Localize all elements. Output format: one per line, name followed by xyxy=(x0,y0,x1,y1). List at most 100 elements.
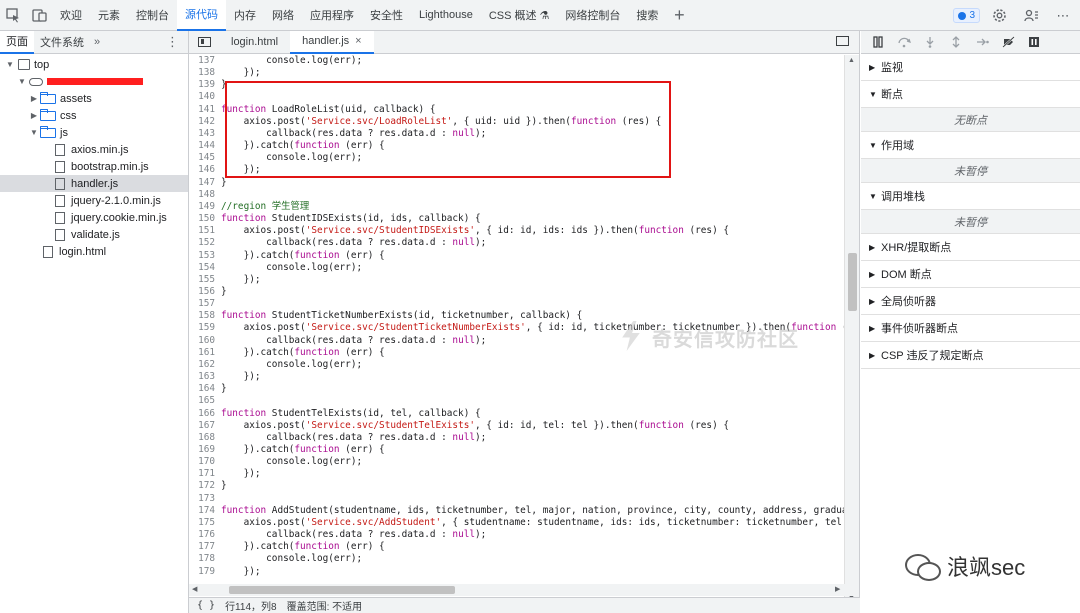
horizontal-scroll-thumb[interactable] xyxy=(229,586,455,594)
tab-panel-1[interactable]: 元素 xyxy=(90,0,128,31)
line-number[interactable]: 144 xyxy=(189,140,221,152)
line-number[interactable]: 155 xyxy=(189,274,221,286)
line-number[interactable]: 157 xyxy=(189,298,221,310)
expand-arrow-icon[interactable]: ▶ xyxy=(28,94,40,103)
line-number[interactable]: 146 xyxy=(189,164,221,176)
tab-panel-4[interactable]: 内存 xyxy=(226,0,264,31)
expand-arrow-icon[interactable]: ▼ xyxy=(16,77,28,86)
pause-icon[interactable] xyxy=(867,32,889,52)
debugger-section-header[interactable]: ▼ 调用堆栈 xyxy=(861,183,1080,210)
tree-item[interactable]: jquery.cookie.min.js xyxy=(0,209,188,226)
scroll-left-icon[interactable]: ◀ xyxy=(192,585,197,593)
line-number[interactable]: 143 xyxy=(189,128,221,140)
inspect-element-icon[interactable] xyxy=(0,0,26,31)
more-tabs-icon[interactable]: » xyxy=(94,36,100,48)
tab-filesystem[interactable]: 文件系统 xyxy=(34,31,90,54)
tab-panel-6[interactable]: 应用程序 xyxy=(302,0,362,31)
line-number[interactable]: 151 xyxy=(189,225,221,237)
toggle-debugger-icon[interactable] xyxy=(836,36,849,46)
line-number[interactable]: 159 xyxy=(189,322,221,334)
debugger-section-header[interactable]: ▶ CSP 违反了规定断点 xyxy=(861,342,1080,369)
debugger-section-header[interactable]: ▶ 全局侦听器 xyxy=(861,288,1080,315)
scroll-up-icon[interactable]: ▲ xyxy=(848,57,855,64)
line-number[interactable]: 173 xyxy=(189,493,221,505)
debugger-section-header[interactable]: ▶ 监视 xyxy=(861,54,1080,81)
toggle-navigator-icon[interactable] xyxy=(189,31,219,54)
line-number[interactable]: 145 xyxy=(189,152,221,164)
horizontal-scrollbar[interactable]: ◀ ▶ xyxy=(189,584,845,596)
step-into-icon[interactable] xyxy=(919,32,941,52)
expand-arrow-icon[interactable]: ▶ xyxy=(28,111,40,120)
line-number[interactable]: 153 xyxy=(189,250,221,262)
line-number[interactable]: 171 xyxy=(189,468,221,480)
tree-item[interactable]: validate.js xyxy=(0,226,188,243)
customize-icon[interactable] xyxy=(1018,0,1044,31)
tab-handler-js[interactable]: handler.js × xyxy=(290,30,374,54)
step-icon[interactable] xyxy=(971,32,993,52)
tree-item[interactable]: axios.min.js xyxy=(0,141,188,158)
navigator-menu-icon[interactable]: ⋮ xyxy=(166,34,180,50)
line-number[interactable]: 174 xyxy=(189,505,221,517)
line-number[interactable]: 154 xyxy=(189,262,221,274)
line-number[interactable]: 150 xyxy=(189,213,221,225)
tree-item[interactable]: handler.js xyxy=(0,175,188,192)
debugger-section-header[interactable]: ▶ 事件侦听器断点 xyxy=(861,315,1080,342)
line-number[interactable]: 147 xyxy=(189,177,221,189)
line-number[interactable]: 139 xyxy=(189,79,221,91)
line-number[interactable]: 177 xyxy=(189,541,221,553)
line-number[interactable]: 141 xyxy=(189,104,221,116)
add-tab-icon[interactable]: + xyxy=(666,0,692,31)
line-number[interactable]: 164 xyxy=(189,383,221,395)
line-number[interactable]: 167 xyxy=(189,420,221,432)
line-number[interactable]: 148 xyxy=(189,189,221,201)
tab-page[interactable]: 页面 xyxy=(0,30,34,54)
debugger-section-header[interactable]: ▶ DOM 断点 xyxy=(861,261,1080,288)
vertical-scrollbar[interactable]: ▲ ▼ xyxy=(844,55,859,605)
close-icon[interactable]: × xyxy=(355,35,361,47)
tree-item[interactable]: ▶ css xyxy=(0,107,188,124)
line-number[interactable]: 166 xyxy=(189,408,221,420)
line-number[interactable]: 179 xyxy=(189,566,221,578)
line-number[interactable]: 172 xyxy=(189,480,221,492)
line-number[interactable]: 176 xyxy=(189,529,221,541)
pause-on-exceptions-icon[interactable] xyxy=(1023,32,1045,52)
line-number[interactable]: 175 xyxy=(189,517,221,529)
tree-item[interactable]: ▼ top xyxy=(0,56,188,73)
deactivate-breakpoints-icon[interactable] xyxy=(997,32,1019,52)
debugger-section-header[interactable]: ▼ 断点 xyxy=(861,81,1080,108)
device-toolbar-icon[interactable] xyxy=(26,0,52,31)
tab-panel-8[interactable]: Lighthouse xyxy=(411,0,481,31)
gear-icon[interactable] xyxy=(986,0,1012,31)
tab-panel-10[interactable]: 网络控制台 xyxy=(557,0,628,31)
line-number[interactable]: 163 xyxy=(189,371,221,383)
tree-item[interactable]: ▼ xyxy=(0,73,188,90)
line-number[interactable]: 156 xyxy=(189,286,221,298)
tab-panel-3[interactable]: 源代码 xyxy=(177,0,226,31)
line-number[interactable]: 165 xyxy=(189,395,221,407)
line-number[interactable]: 168 xyxy=(189,432,221,444)
line-number[interactable]: 140 xyxy=(189,91,221,103)
line-number[interactable]: 142 xyxy=(189,116,221,128)
tab-panel-11[interactable]: 搜索 xyxy=(628,0,666,31)
line-number[interactable]: 178 xyxy=(189,553,221,565)
line-number[interactable]: 137 xyxy=(189,55,221,67)
line-number[interactable]: 162 xyxy=(189,359,221,371)
line-number[interactable]: 138 xyxy=(189,67,221,79)
tab-panel-7[interactable]: 安全性 xyxy=(362,0,411,31)
scroll-right-icon[interactable]: ▶ xyxy=(835,585,840,593)
issues-badge[interactable]: 3 xyxy=(953,8,980,23)
debugger-section-header[interactable]: ▼ 作用域 xyxy=(861,132,1080,159)
expand-arrow-icon[interactable]: ▼ xyxy=(4,60,16,69)
pretty-print-button[interactable]: { } xyxy=(197,600,215,611)
vertical-scroll-thumb[interactable] xyxy=(848,253,857,311)
line-number[interactable]: 160 xyxy=(189,335,221,347)
tree-item[interactable]: jquery-2.1.0.min.js xyxy=(0,192,188,209)
line-number[interactable]: 149 xyxy=(189,201,221,213)
step-over-icon[interactable] xyxy=(893,32,915,52)
tree-item[interactable]: ▼ js xyxy=(0,124,188,141)
more-options-icon[interactable]: ⋯ xyxy=(1050,0,1076,31)
line-number[interactable]: 152 xyxy=(189,237,221,249)
step-out-icon[interactable] xyxy=(945,32,967,52)
line-number[interactable]: 158 xyxy=(189,310,221,322)
debugger-section-header[interactable]: ▶ XHR/提取断点 xyxy=(861,234,1080,261)
